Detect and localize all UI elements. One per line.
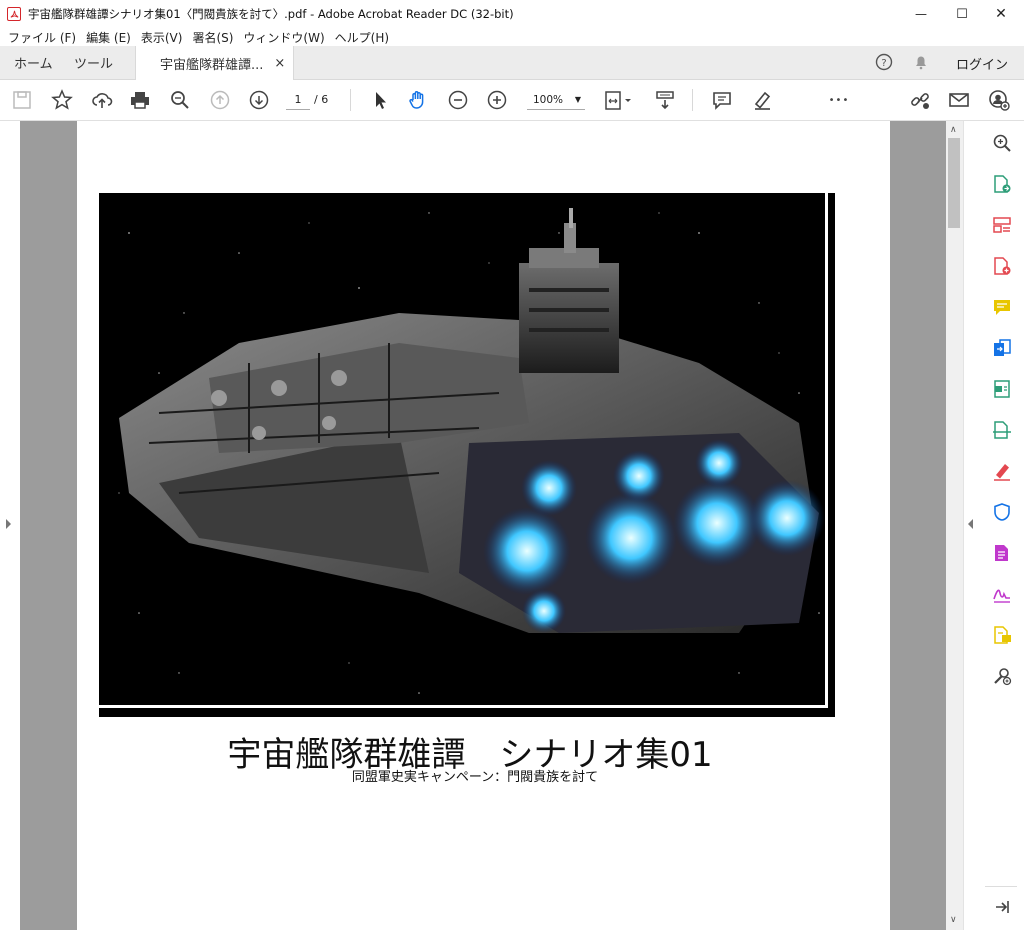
zoom-value: 100%: [533, 94, 564, 106]
more-tools-icon[interactable]: •••: [826, 88, 852, 112]
next-page-icon[interactable]: [247, 88, 271, 112]
select-cursor-icon[interactable]: [368, 88, 392, 112]
fill-sign-icon[interactable]: [990, 459, 1014, 483]
image-border-bottom: [99, 705, 828, 708]
close-window-button[interactable]: ✕: [978, 0, 1024, 28]
document-subtitle: 同盟軍史実キャンペーン：門閥貴族を討て: [351, 770, 599, 785]
zoom-search-icon[interactable]: [168, 88, 192, 112]
prepare-form-icon[interactable]: [990, 541, 1014, 565]
menu-file[interactable]: ファイル (F): [8, 29, 76, 46]
menu-help[interactable]: ヘルプ(H): [335, 29, 389, 46]
combine-files-icon[interactable]: [990, 336, 1014, 360]
zoom-out-icon[interactable]: [446, 88, 470, 112]
scrollbar-thumb[interactable]: [948, 138, 960, 228]
toolbar: •••: [0, 80, 1024, 121]
menu-sign[interactable]: 署名(S): [192, 29, 233, 46]
edit-pdf-icon[interactable]: [990, 377, 1014, 401]
title-bar: 宇宙艦隊群雄譚シナリオ集01〈門閥貴族を討て〉.pdf - Adobe Acro…: [0, 0, 1024, 28]
email-icon[interactable]: [947, 88, 971, 112]
page-number-input[interactable]: 1: [286, 91, 310, 110]
menu-view[interactable]: 表示(V): [141, 29, 183, 46]
cover-image-battleship: [99, 193, 835, 717]
expand-left-panel-icon[interactable]: [6, 519, 11, 529]
tab-home-label: ホーム: [14, 57, 53, 72]
menu-edit[interactable]: 編集 (E): [86, 29, 131, 46]
highlight-pen-icon[interactable]: [750, 88, 774, 112]
tab-tools-label: ツール: [74, 57, 114, 72]
page-total: / 6: [314, 93, 329, 106]
close-icon: ✕: [995, 6, 1007, 22]
comment-icon[interactable]: [710, 88, 734, 112]
chevron-down-icon: ▼: [574, 95, 581, 104]
tab-close-icon[interactable]: ×: [274, 56, 285, 71]
print-icon[interactable]: [128, 88, 152, 112]
maximize-icon: ☐: [956, 6, 968, 22]
tab-home[interactable]: ホーム: [14, 46, 53, 79]
export-pdf-icon[interactable]: [990, 172, 1014, 196]
collapse-right-panel-icon[interactable]: [968, 519, 973, 529]
vertical-scrollbar[interactable]: ∧ ∨: [946, 121, 963, 930]
scroll-mode-icon[interactable]: [653, 88, 677, 112]
collapse-panel-arrow-icon[interactable]: [990, 895, 1014, 919]
svg-text:?: ?: [881, 58, 886, 69]
scan-ocr-icon[interactable]: [990, 418, 1014, 442]
scroll-down-icon[interactable]: ∨: [950, 915, 957, 925]
more-tools-icon[interactable]: [990, 664, 1014, 688]
image-border-right: [825, 193, 828, 705]
send-for-comments-icon[interactable]: [990, 623, 1014, 647]
menu-bar: ファイル (F) 編集 (E) 表示(V) 署名(S) ウィンドウ(W) ヘルプ…: [0, 28, 1024, 46]
login-button[interactable]: ログイン: [956, 54, 1008, 73]
help-icon[interactable]: ?: [875, 53, 893, 71]
toolbar-separator: [350, 89, 351, 111]
bell-icon[interactable]: [912, 53, 930, 71]
panel-divider: [985, 886, 1017, 887]
save-icon[interactable]: [10, 88, 34, 112]
organize-pages-icon[interactable]: [990, 213, 1014, 237]
window-title: 宇宙艦隊群雄譚シナリオ集01〈門閥貴族を討て〉.pdf - Adobe Acro…: [28, 7, 514, 21]
share-link-icon[interactable]: [908, 88, 932, 112]
tab-document-label: 宇宙艦隊群雄譚...: [160, 57, 264, 73]
fit-page-icon[interactable]: [602, 88, 634, 112]
bookmark-star-icon[interactable]: [50, 88, 74, 112]
scroll-up-icon[interactable]: ∧: [950, 125, 957, 135]
left-panel-strip: [0, 121, 20, 930]
hand-tool-icon[interactable]: [406, 88, 430, 112]
minimize-button[interactable]: —: [898, 0, 944, 28]
tab-document[interactable]: 宇宙艦隊群雄譚... ×: [135, 46, 294, 80]
create-pdf-icon[interactable]: [990, 254, 1014, 278]
tab-tools[interactable]: ツール: [74, 46, 113, 79]
zoom-dropdown[interactable]: 100% ▼: [527, 91, 585, 110]
comment-tool-icon[interactable]: [990, 295, 1014, 319]
tab-row: ホーム ツール 宇宙艦隊群雄譚... × ? ログイン: [0, 46, 1024, 80]
minimize-icon: —: [915, 7, 927, 21]
upload-cloud-icon[interactable]: [90, 88, 114, 112]
add-user-icon[interactable]: [987, 88, 1011, 112]
menu-window[interactable]: ウィンドウ(W): [243, 29, 324, 46]
toolbar-separator: [692, 89, 693, 111]
protect-shield-icon[interactable]: [990, 500, 1014, 524]
acrobat-icon: [7, 7, 21, 21]
zoom-in-icon[interactable]: [485, 88, 509, 112]
right-tools-panel: [963, 121, 1024, 930]
zoom-search-icon[interactable]: [990, 131, 1014, 155]
prev-page-icon[interactable]: [208, 88, 232, 112]
request-signature-icon[interactable]: [990, 582, 1014, 606]
